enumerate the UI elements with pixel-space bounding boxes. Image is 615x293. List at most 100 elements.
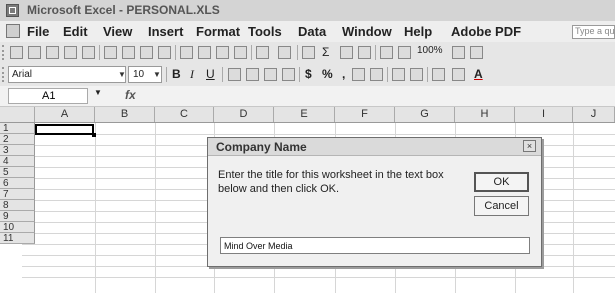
- menu-view[interactable]: View: [103, 24, 132, 39]
- currency-icon[interactable]: $: [305, 67, 312, 81]
- increase-indent-icon[interactable]: [410, 68, 423, 81]
- column-header-d[interactable]: D: [214, 107, 274, 122]
- font-color-icon[interactable]: A: [474, 67, 483, 81]
- print-icon[interactable]: [104, 46, 117, 59]
- window-title: Microsoft Excel - PERSONAL.XLS: [27, 3, 220, 17]
- row-header-8[interactable]: 8: [0, 200, 35, 211]
- permission-icon[interactable]: [64, 46, 77, 59]
- decrease-indent-icon[interactable]: [392, 68, 405, 81]
- percent-icon[interactable]: %: [322, 67, 333, 81]
- sort-descending-icon[interactable]: [358, 46, 371, 59]
- menu-file[interactable]: File: [27, 24, 49, 39]
- zoom-value[interactable]: 100%: [417, 45, 443, 56]
- open-icon[interactable]: [28, 46, 41, 59]
- help-icon[interactable]: [470, 46, 483, 59]
- ask-question-input[interactable]: Type a questi: [572, 25, 615, 39]
- comma-style-icon[interactable]: ,: [342, 67, 345, 81]
- column-header-e[interactable]: E: [274, 107, 335, 122]
- copy-icon[interactable]: [198, 46, 211, 59]
- column-header-g[interactable]: G: [395, 107, 455, 122]
- cut-icon[interactable]: [180, 46, 193, 59]
- workbook-icon[interactable]: [6, 24, 20, 38]
- toolbar-separator: [175, 45, 176, 60]
- autosum-icon[interactable]: Σ: [322, 45, 329, 59]
- menu-data[interactable]: Data: [298, 24, 326, 39]
- title-bar: Microsoft Excel - PERSONAL.XLS: [0, 0, 615, 22]
- close-icon[interactable]: ×: [523, 140, 536, 152]
- column-header-a[interactable]: A: [35, 107, 95, 122]
- zoom-dropdown-icon[interactable]: [452, 46, 465, 59]
- email-icon[interactable]: [82, 46, 95, 59]
- column-header-b[interactable]: B: [95, 107, 155, 122]
- toolbar-separator: [99, 45, 100, 60]
- cancel-button[interactable]: Cancel: [474, 196, 529, 216]
- menu-edit[interactable]: Edit: [63, 24, 88, 39]
- align-center-icon[interactable]: [246, 68, 259, 81]
- toolbar-grip[interactable]: [2, 67, 7, 82]
- undo-icon[interactable]: [256, 46, 269, 59]
- research-icon[interactable]: [158, 46, 171, 59]
- insert-function-icon[interactable]: fx: [125, 88, 136, 102]
- dialog-title-bar[interactable]: Company Name ×: [208, 138, 541, 156]
- decrease-decimal-icon[interactable]: [370, 68, 383, 81]
- hyperlink-icon[interactable]: [302, 46, 315, 59]
- column-header-f[interactable]: F: [335, 107, 395, 122]
- column-headers: A B C D E F G H I J: [0, 107, 615, 123]
- toolbar-separator: [299, 67, 300, 82]
- column-header-c[interactable]: C: [155, 107, 214, 122]
- underline-icon[interactable]: U: [206, 67, 215, 81]
- print-preview-icon[interactable]: [122, 46, 135, 59]
- new-icon[interactable]: [10, 46, 23, 59]
- drawing-icon[interactable]: [398, 46, 411, 59]
- chart-wizard-icon[interactable]: [380, 46, 393, 59]
- active-cell-a1[interactable]: [35, 124, 96, 137]
- menu-format[interactable]: Format: [196, 24, 240, 39]
- excel-app-icon[interactable]: [6, 4, 19, 17]
- grid-line: [155, 123, 156, 293]
- bold-icon[interactable]: B: [172, 67, 181, 81]
- row-header-10[interactable]: 10: [0, 222, 35, 233]
- paste-icon[interactable]: [216, 46, 229, 59]
- size-dropdown-icon[interactable]: ▼: [151, 66, 163, 83]
- borders-icon[interactable]: [432, 68, 445, 81]
- toolbar-grip[interactable]: [2, 45, 7, 60]
- toolbar-separator: [251, 45, 252, 60]
- menu-tools[interactable]: Tools: [248, 24, 282, 39]
- name-box[interactable]: A1: [8, 88, 88, 104]
- row-header-2[interactable]: 2: [0, 134, 35, 145]
- column-header-i[interactable]: I: [515, 107, 573, 122]
- merge-center-icon[interactable]: [282, 68, 295, 81]
- ok-button[interactable]: OK: [474, 172, 529, 192]
- font-dropdown-icon[interactable]: ▼: [116, 66, 128, 83]
- align-right-icon[interactable]: [264, 68, 277, 81]
- row-header-3[interactable]: 3: [0, 145, 35, 156]
- fill-color-icon[interactable]: [452, 68, 465, 81]
- spelling-icon[interactable]: [140, 46, 153, 59]
- row-header-4[interactable]: 4: [0, 156, 35, 167]
- menu-adobe-pdf[interactable]: Adobe PDF: [451, 24, 521, 39]
- menu-window[interactable]: Window: [342, 24, 392, 39]
- font-name-box[interactable]: Arial: [8, 66, 126, 83]
- column-header-j[interactable]: J: [573, 107, 615, 122]
- row-header-1[interactable]: 1: [0, 123, 35, 134]
- row-header-7[interactable]: 7: [0, 189, 35, 200]
- row-header-5[interactable]: 5: [0, 167, 35, 178]
- row-header-11[interactable]: 11: [0, 233, 35, 244]
- name-box-dropdown-icon[interactable]: ▼: [94, 88, 102, 97]
- company-name-input[interactable]: Mind Over Media: [220, 237, 530, 254]
- menu-help[interactable]: Help: [404, 24, 432, 39]
- grid-line: [573, 123, 574, 293]
- menu-insert[interactable]: Insert: [148, 24, 183, 39]
- format-painter-icon[interactable]: [234, 46, 247, 59]
- row-header-6[interactable]: 6: [0, 178, 35, 189]
- dialog-prompt: Enter the title for this worksheet in th…: [218, 169, 444, 195]
- align-left-icon[interactable]: [228, 68, 241, 81]
- italic-icon[interactable]: I: [190, 67, 194, 82]
- increase-decimal-icon[interactable]: [352, 68, 365, 81]
- redo-icon[interactable]: [278, 46, 291, 59]
- save-icon[interactable]: [46, 46, 59, 59]
- sort-ascending-icon[interactable]: [340, 46, 353, 59]
- select-all-corner[interactable]: [0, 107, 35, 122]
- column-header-h[interactable]: H: [455, 107, 515, 122]
- row-header-9[interactable]: 9: [0, 211, 35, 222]
